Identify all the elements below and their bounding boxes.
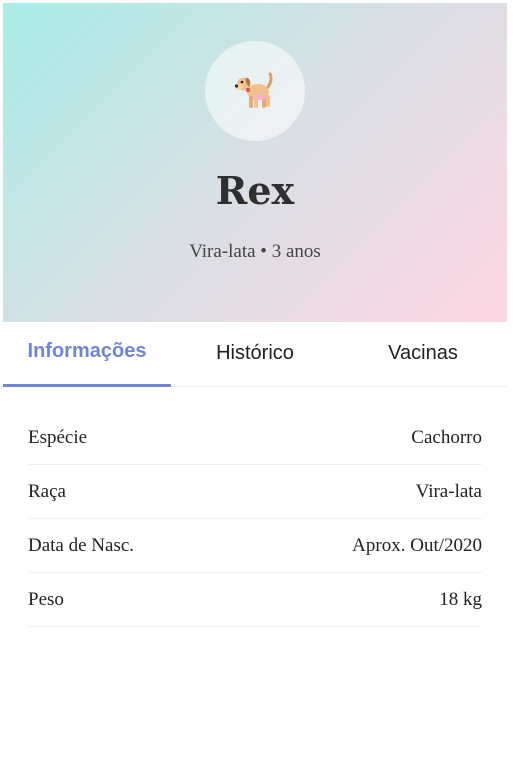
pet-avatar	[205, 41, 305, 141]
info-label: Espécie	[28, 427, 88, 448]
info-row-data-nasc: Data de Nasc. Aprox. Out/2020	[28, 519, 482, 573]
info-label: Data de Nasc.	[28, 535, 135, 556]
dog-icon	[234, 72, 273, 108]
pet-profile-card: Rex Vira-lata • 3 anos Informações Histó…	[3, 3, 507, 756]
info-value: Vira-lata	[415, 481, 482, 502]
tab-historico[interactable]: Histórico	[171, 322, 339, 386]
profile-header: Rex Vira-lata • 3 anos	[3, 3, 507, 322]
info-label: Peso	[28, 589, 64, 610]
info-row-especie: Espécie Cachorro	[28, 411, 482, 465]
pet-name: Rex	[215, 168, 295, 213]
info-label: Raça	[28, 481, 66, 502]
tab-vacinas[interactable]: Vacinas	[339, 322, 507, 386]
info-list: Espécie Cachorro Raça Vira-lata Data de …	[28, 411, 482, 627]
info-value: Cachorro	[411, 427, 482, 448]
tab-informacoes[interactable]: Informações	[3, 322, 171, 387]
pet-subtitle: Vira-lata • 3 anos	[189, 241, 321, 262]
info-row-peso: Peso 18 kg	[28, 573, 482, 627]
tab-bar: Informações Histórico Vacinas	[3, 322, 507, 387]
info-row-raca: Raça Vira-lata	[28, 465, 482, 519]
info-value: 18 kg	[439, 589, 482, 610]
info-value: Aprox. Out/2020	[352, 535, 482, 556]
